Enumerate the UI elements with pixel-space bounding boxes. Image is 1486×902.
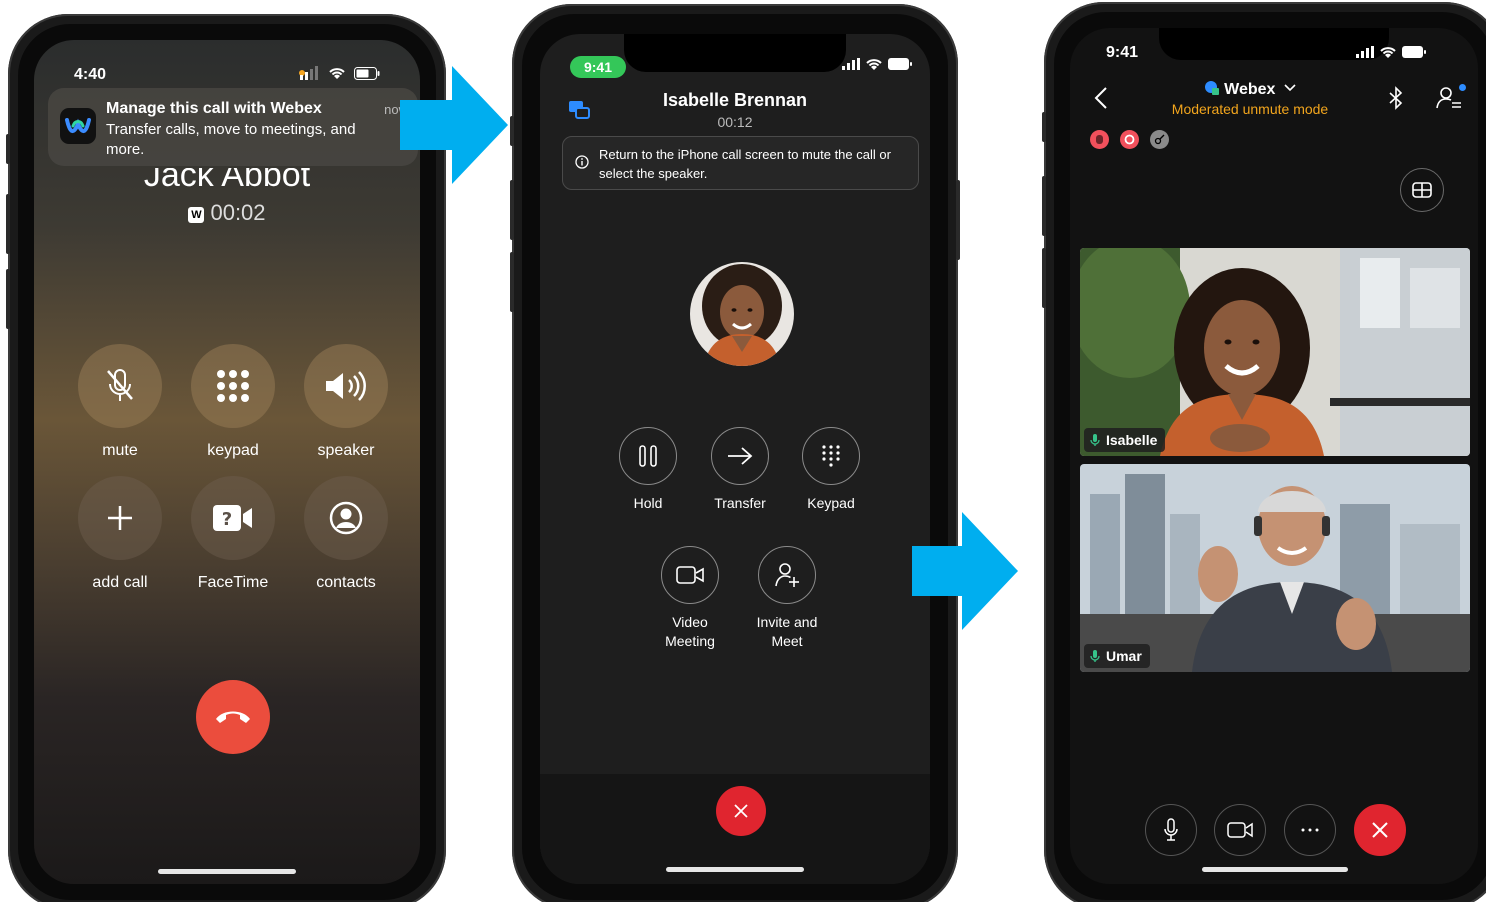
battery-icon <box>888 58 912 70</box>
home-indicator[interactable] <box>158 869 296 874</box>
microphone-icon <box>1164 818 1178 841</box>
facetime-icon: ? <box>213 505 252 531</box>
webex-notification[interactable]: Manage this call with Webex Transfer cal… <box>48 88 418 166</box>
grid-layout-icon <box>1412 182 1432 198</box>
notification-body: Transfer calls, move to meetings, and mo… <box>106 121 356 158</box>
caller-name: Jack Abbot <box>143 168 311 190</box>
chevron-down-icon <box>1284 84 1296 92</box>
webex-meeting-screen: 9:41 Webex Moderated unmute mode Isabell… <box>1070 28 1478 884</box>
add-person-icon <box>775 563 799 587</box>
notch <box>1159 28 1389 60</box>
participant-label: Isabelle <box>1084 428 1166 452</box>
plus-icon <box>108 506 132 530</box>
flow-arrow-2 <box>912 512 1018 630</box>
webex-logo-icon <box>60 108 96 144</box>
battery-icon <box>354 66 380 80</box>
info-icon <box>575 155 589 169</box>
keypad-button[interactable]: keypad <box>191 344 275 460</box>
notification-dot <box>1459 84 1466 91</box>
keypad-button[interactable]: Keypad <box>786 427 876 513</box>
status-icons <box>1356 46 1426 58</box>
notification-title: Manage this call with Webex <box>106 100 322 117</box>
isabelle-video <box>1080 248 1470 456</box>
info-banner: Return to the iPhone call screen to mute… <box>562 136 919 190</box>
leave-meeting-button[interactable] <box>1354 804 1406 856</box>
hang-up-icon <box>216 711 250 723</box>
video-tile-isabelle[interactable]: Isabelle <box>1080 248 1470 456</box>
caller-avatar <box>690 262 794 366</box>
home-indicator[interactable] <box>1202 867 1348 872</box>
status-bar: 4:40 <box>34 66 420 90</box>
mute-button[interactable] <box>1145 804 1197 856</box>
mic-icon <box>1090 434 1100 446</box>
native-call-screen: 4:40 Jack Abbot Manage this call with We… <box>34 40 420 884</box>
call-timer: W 00:02 <box>34 200 420 226</box>
caller-name: Isabelle Brennan <box>662 90 808 110</box>
recording-badge-icon <box>1090 130 1109 149</box>
video-meeting-button[interactable]: Video Meeting <box>645 546 735 651</box>
wifi-icon <box>866 59 882 70</box>
status-badges <box>1090 130 1169 149</box>
battery-icon <box>1402 46 1426 58</box>
svg-text:?: ? <box>222 509 232 530</box>
webex-meeting-phone: 9:41 Webex Moderated unmute mode Isabell… <box>1042 2 1486 902</box>
speaker-button[interactable]: speaker <box>304 344 388 460</box>
close-icon <box>734 804 748 818</box>
flow-arrow-1 <box>400 66 508 184</box>
participant-label: Umar <box>1084 644 1150 668</box>
close-icon <box>1372 822 1388 838</box>
lock-shield-icon <box>1205 81 1220 95</box>
video-icon <box>676 566 704 584</box>
webex-call-screen: 9:41 Isabelle Brennan 00:12 Return to th… <box>540 34 930 884</box>
contacts-icon <box>329 501 363 535</box>
video-toggle-button[interactable] <box>1214 804 1266 856</box>
layout-toggle-button[interactable] <box>1400 168 1444 212</box>
bluetooth-icon[interactable] <box>1388 86 1404 115</box>
status-time-pill[interactable]: 9:41 <box>570 56 626 78</box>
home-indicator[interactable] <box>666 867 804 872</box>
webex-audio-call-phone: 9:41 Isabelle Brennan 00:12 Return to th… <box>510 4 960 902</box>
notch <box>624 34 846 72</box>
status-time: 9:41 <box>1106 44 1139 61</box>
record-badge-icon <box>1120 130 1139 149</box>
signal-icon <box>1356 46 1374 58</box>
status-icons <box>842 58 912 70</box>
wifi-icon <box>329 68 345 79</box>
keypad-icon <box>217 370 249 402</box>
arrow-right-icon <box>728 447 753 465</box>
more-icon <box>1301 828 1319 832</box>
more-options-button[interactable] <box>1284 804 1336 856</box>
mute-button[interactable]: mute <box>78 344 162 460</box>
speaker-icon <box>326 371 366 401</box>
video-icon <box>1227 822 1253 838</box>
participants-icon[interactable] <box>1436 84 1466 115</box>
mic-off-icon <box>107 369 133 401</box>
hold-button[interactable]: Hold <box>603 427 693 513</box>
invite-and-meet-button[interactable]: Invite and Meet <box>742 546 832 651</box>
contacts-button[interactable]: contacts <box>304 476 388 592</box>
add-call-button[interactable]: add call <box>78 476 162 592</box>
webex-badge-icon: W <box>188 207 205 223</box>
facetime-button[interactable]: ? FaceTime <box>191 476 275 592</box>
transfer-button[interactable]: Transfer <box>695 427 785 513</box>
status-time: 4:40 <box>74 66 107 83</box>
end-call-button[interactable] <box>716 786 766 836</box>
pause-icon <box>639 445 657 467</box>
end-call-button[interactable] <box>196 680 270 754</box>
umar-video <box>1080 464 1470 672</box>
iphone-native-call-phone: 4:40 Jack Abbot Manage this call with We… <box>6 14 446 902</box>
signal-icon <box>300 66 318 80</box>
video-tile-umar[interactable]: Umar <box>1080 464 1470 672</box>
keypad-icon <box>822 445 840 467</box>
wifi-icon <box>1380 47 1396 58</box>
signal-icon <box>842 58 860 70</box>
meeting-title[interactable]: Webex <box>1070 80 1478 99</box>
key-badge-icon <box>1150 130 1169 149</box>
moderated-unmute-label: Moderated unmute mode <box>1171 101 1329 117</box>
call-duration: 00:12 <box>717 114 753 130</box>
mic-icon <box>1090 650 1100 662</box>
